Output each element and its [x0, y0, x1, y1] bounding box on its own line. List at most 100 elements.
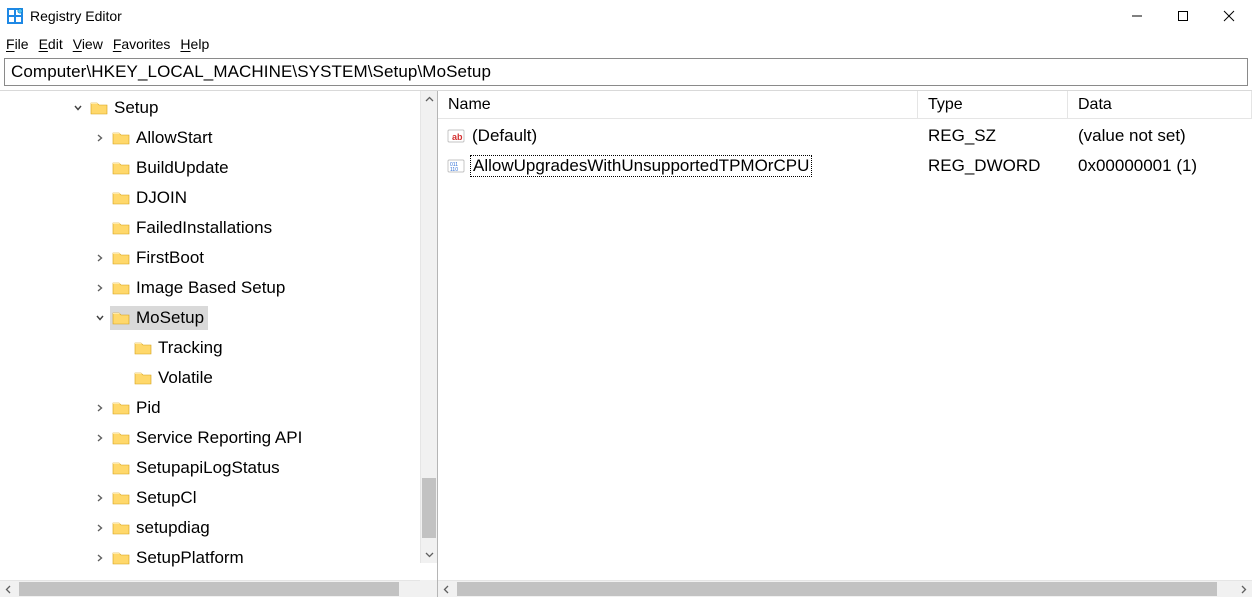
- tree-item-label: SetupCl: [136, 488, 196, 508]
- tree-item-label: Pid: [136, 398, 161, 418]
- cell-name: 011110AllowUpgradesWithUnsupportedTPMOrC…: [438, 155, 918, 177]
- tree-item-labelwrap: AllowStart: [110, 126, 217, 150]
- tree-item[interactable]: SetupapiLogStatus: [0, 453, 437, 483]
- tree-item-labelwrap: DJOIN: [110, 186, 191, 210]
- window-title: Registry Editor: [30, 8, 122, 24]
- tree-item[interactable]: Service Reporting API: [0, 423, 437, 453]
- tree-item[interactable]: Setup: [0, 93, 437, 123]
- tree-scroll-area: Setup AllowStart BuildUpdate DJOIN FailedIns…: [0, 91, 437, 580]
- menu-edit-underline: E: [39, 36, 48, 52]
- scroll-thumb[interactable]: [457, 582, 1217, 596]
- folder-icon: [112, 550, 130, 566]
- tree-item[interactable]: Tracking: [0, 333, 437, 363]
- column-header-name-label: Name: [448, 96, 491, 114]
- tree-item-label: FailedInstallations: [136, 218, 272, 238]
- folder-icon: [112, 310, 130, 326]
- scroll-right-arrow-icon[interactable]: [1235, 581, 1252, 597]
- main-split: Setup AllowStart BuildUpdate DJOIN FailedIns…: [0, 90, 1252, 597]
- expander-icon[interactable]: [70, 100, 86, 116]
- list-horizontal-scrollbar[interactable]: [438, 580, 1252, 597]
- tree-item[interactable]: FirstBoot: [0, 243, 437, 273]
- menu-file-underline: F: [6, 36, 15, 52]
- tree-item-label: BuildUpdate: [136, 158, 229, 178]
- maximize-button[interactable]: [1160, 0, 1206, 32]
- close-button[interactable]: [1206, 0, 1252, 32]
- menu-favorites[interactable]: Favorites: [113, 36, 171, 52]
- tree: Setup AllowStart BuildUpdate DJOIN FailedIns…: [0, 91, 437, 573]
- scroll-corner: [420, 580, 437, 597]
- tree-item-label: setupdiag: [136, 518, 210, 538]
- expander-icon[interactable]: [92, 550, 108, 566]
- scroll-down-arrow-icon[interactable]: [421, 546, 437, 563]
- tree-item[interactable]: FailedInstallations: [0, 213, 437, 243]
- scroll-thumb[interactable]: [19, 582, 399, 596]
- menu-file[interactable]: File: [6, 36, 29, 52]
- folder-icon: [112, 460, 130, 476]
- tree-horizontal-scrollbar[interactable]: [0, 580, 437, 597]
- tree-item[interactable]: Volatile: [0, 363, 437, 393]
- tree-item-label: SetupapiLogStatus: [136, 458, 280, 478]
- column-header-type[interactable]: Type: [918, 91, 1068, 118]
- folder-icon: [112, 520, 130, 536]
- tree-item[interactable]: MoSetup: [0, 303, 437, 333]
- menu-file-rest: ile: [15, 36, 29, 52]
- folder-icon: [112, 430, 130, 446]
- scroll-left-arrow-icon[interactable]: [438, 581, 455, 597]
- folder-icon: [134, 340, 152, 356]
- tree-item-labelwrap: Service Reporting API: [110, 426, 306, 450]
- scroll-track[interactable]: [421, 108, 437, 546]
- window-controls: [1114, 0, 1252, 32]
- scroll-track[interactable]: [455, 581, 1235, 597]
- expander-spacer: [92, 220, 108, 236]
- scroll-up-arrow-icon[interactable]: [421, 91, 437, 108]
- scroll-thumb[interactable]: [422, 478, 436, 538]
- scroll-track[interactable]: [17, 581, 420, 597]
- column-header-name[interactable]: Name: [438, 91, 918, 118]
- menu-view-underline: V: [73, 36, 82, 52]
- menu-edit-rest: dit: [48, 36, 63, 52]
- menu-view-rest: iew: [82, 36, 103, 52]
- expander-spacer: [92, 160, 108, 176]
- tree-item-labelwrap: MoSetup: [110, 306, 208, 330]
- menu-view[interactable]: View: [73, 36, 103, 52]
- folder-icon: [112, 160, 130, 176]
- expander-icon[interactable]: [92, 310, 108, 326]
- tree-item-labelwrap: setupdiag: [110, 516, 214, 540]
- svg-text:ab: ab: [452, 132, 463, 142]
- menu-edit[interactable]: Edit: [39, 36, 63, 52]
- expander-icon[interactable]: [92, 430, 108, 446]
- expander-icon[interactable]: [92, 280, 108, 296]
- expander-icon[interactable]: [92, 250, 108, 266]
- address-bar[interactable]: Computer\HKEY_LOCAL_MACHINE\SYSTEM\Setup…: [4, 58, 1248, 86]
- list-row[interactable]: ab(Default)REG_SZ(value not set): [438, 121, 1252, 151]
- tree-item[interactable]: AllowStart: [0, 123, 437, 153]
- folder-icon: [112, 250, 130, 266]
- menu-bar: File Edit View Favorites Help: [0, 32, 1252, 56]
- tree-item[interactable]: SetupPlatform: [0, 543, 437, 573]
- tree-item[interactable]: DJOIN: [0, 183, 437, 213]
- tree-item[interactable]: setupdiag: [0, 513, 437, 543]
- tree-item-labelwrap: FirstBoot: [110, 246, 208, 270]
- tree-item[interactable]: Image Based Setup: [0, 273, 437, 303]
- cell-name: ab(Default): [438, 126, 918, 146]
- string-value-icon: ab: [446, 127, 466, 145]
- column-header-data[interactable]: Data: [1068, 91, 1252, 118]
- tree-vertical-scrollbar[interactable]: [420, 91, 437, 563]
- tree-item[interactable]: SetupCl: [0, 483, 437, 513]
- minimize-button[interactable]: [1114, 0, 1160, 32]
- expander-icon[interactable]: [92, 490, 108, 506]
- menu-help[interactable]: Help: [180, 36, 209, 52]
- cell-data: (value not set): [1068, 126, 1252, 146]
- tree-item-label: Setup: [114, 98, 158, 118]
- expander-icon[interactable]: [92, 130, 108, 146]
- tree-pane: Setup AllowStart BuildUpdate DJOIN FailedIns…: [0, 91, 438, 597]
- tree-item-label: Tracking: [158, 338, 223, 358]
- scroll-left-arrow-icon[interactable]: [0, 581, 17, 597]
- expander-icon[interactable]: [92, 400, 108, 416]
- tree-item[interactable]: BuildUpdate: [0, 153, 437, 183]
- folder-icon: [112, 190, 130, 206]
- menu-help-underline: H: [180, 36, 190, 52]
- tree-item[interactable]: Pid: [0, 393, 437, 423]
- list-row[interactable]: 011110AllowUpgradesWithUnsupportedTPMOrC…: [438, 151, 1252, 181]
- expander-icon[interactable]: [92, 520, 108, 536]
